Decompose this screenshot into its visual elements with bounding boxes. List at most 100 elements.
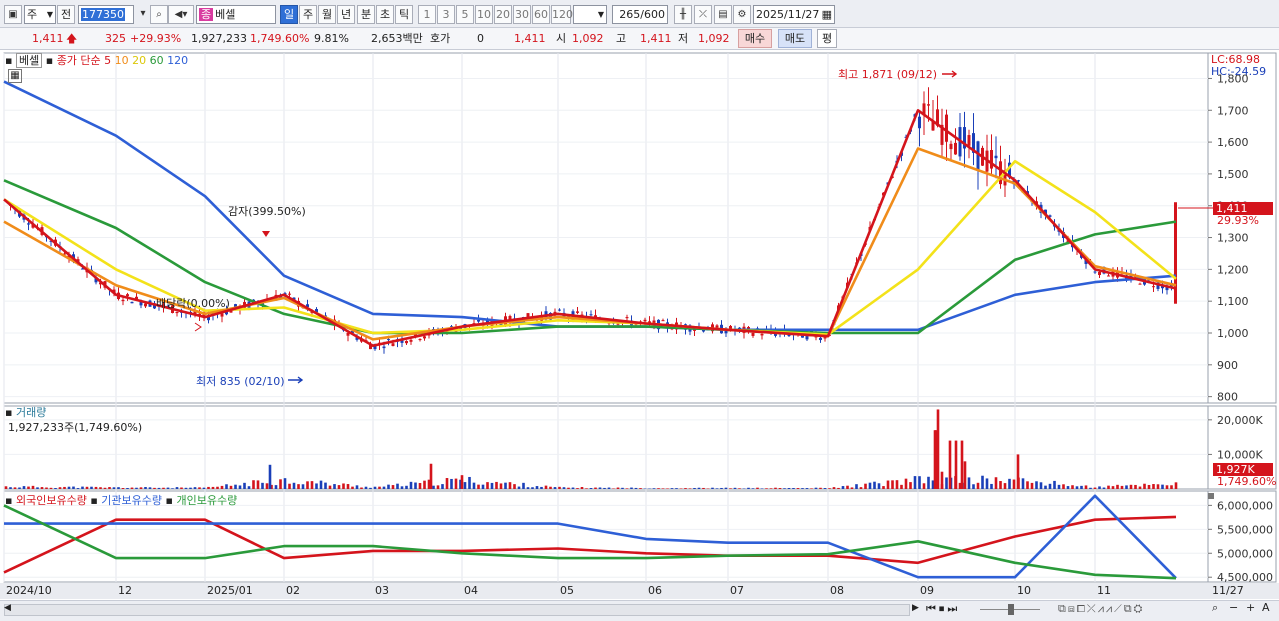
- legend-institution[interactable]: 기관보유수량: [101, 494, 162, 507]
- volume-bar: [1053, 480, 1056, 489]
- stock-name-field[interactable]: 종 베셀: [196, 5, 276, 24]
- volume-bar: [268, 464, 272, 489]
- zoom-slider[interactable]: [980, 602, 1040, 616]
- y-tick-label: 10,000K: [1217, 448, 1263, 461]
- legend-ma120[interactable]: 120: [167, 54, 188, 67]
- interval-60-button[interactable]: 60: [532, 5, 550, 24]
- interval-3-button[interactable]: 3: [437, 5, 455, 24]
- volume-bar: [76, 488, 80, 489]
- volume-bar: [778, 487, 782, 489]
- y-tick-label: 4,500,000: [1217, 571, 1273, 584]
- market-select[interactable]: 주 ▼: [24, 5, 56, 24]
- compare-icon[interactable]: ⤫: [694, 5, 712, 24]
- legend-individual[interactable]: 개인보유수량: [176, 494, 237, 507]
- minus-icon[interactable]: −: [1229, 601, 1238, 614]
- prev-button[interactable]: 전: [57, 5, 75, 24]
- legend-ma60[interactable]: 60: [150, 54, 164, 67]
- stock-code-input[interactable]: 177350: [78, 5, 134, 24]
- date-input[interactable]: 2025/11/27 ▦: [753, 5, 835, 24]
- count-input[interactable]: 265/600: [612, 5, 668, 24]
- volume-bar: [625, 488, 629, 489]
- trade-amount: 2,653백만: [371, 32, 423, 45]
- date-axis-label: 2025/01: [207, 584, 253, 597]
- volume-bar: [1075, 486, 1079, 489]
- zoom-out-icon[interactable]: ⌕: [1212, 601, 1218, 615]
- volume-bar: [711, 487, 714, 489]
- interval-10-button[interactable]: 10: [475, 5, 493, 24]
- font-size-icon[interactable]: A: [1262, 601, 1270, 614]
- volume-bar: [207, 486, 210, 489]
- period-month-button[interactable]: 월: [318, 5, 336, 24]
- volume-bar: [36, 487, 39, 489]
- interval-30-button[interactable]: 30: [513, 5, 531, 24]
- volume-bar: [364, 486, 368, 489]
- buy-button[interactable]: 매수: [738, 29, 772, 48]
- volume-bar: [675, 488, 678, 489]
- chart-legend: ▪ 베셀 ▪ 종가 단순 5 10 20 60 120: [5, 52, 188, 68]
- speaker-icon[interactable]: ◀▾: [168, 5, 194, 24]
- y-tick-label: 900: [1217, 359, 1238, 372]
- candle-icon[interactable]: ╫: [674, 5, 692, 24]
- volume-bar: [940, 471, 944, 489]
- volume-bar: [1084, 485, 1088, 489]
- legend-ma5[interactable]: 5: [104, 54, 111, 67]
- volume-bar: [288, 483, 291, 489]
- avg-button[interactable]: 평: [817, 29, 837, 48]
- candle-body: [819, 337, 822, 341]
- volume-bar: [234, 484, 237, 489]
- candle-body: [990, 150, 993, 169]
- interval-20-button[interactable]: 20: [494, 5, 512, 24]
- save-icon[interactable]: ▤: [714, 5, 732, 24]
- candle-body: [558, 309, 561, 311]
- period-day-button[interactable]: 일: [280, 5, 298, 24]
- volume-bar: [657, 488, 660, 489]
- search-icon[interactable]: ⌕: [150, 5, 168, 24]
- volume-bar: [306, 481, 309, 489]
- volume-bar: [499, 483, 503, 489]
- high-price: 1,411: [640, 32, 672, 45]
- volume-bar: [472, 482, 476, 489]
- layout-icon[interactable]: ▣: [4, 5, 22, 24]
- custom-interval-select[interactable]: ▼: [573, 5, 607, 24]
- legend-ma20[interactable]: 20: [132, 54, 146, 67]
- volume-bar: [337, 485, 341, 489]
- period-second-button[interactable]: 초: [376, 5, 394, 24]
- drawing-tools[interactable]: ⧉⧈⧠⤫⩘⩘⟋⧉⛭: [1058, 602, 1144, 616]
- low-label: 저: [678, 32, 689, 45]
- volume-bar: [333, 484, 336, 489]
- volume-bar: [558, 486, 561, 489]
- price-tag-percent: 29.93%: [1217, 214, 1259, 227]
- gear-icon[interactable]: ⚙: [733, 5, 751, 24]
- period-year-button[interactable]: 년: [337, 5, 355, 24]
- volume-bar: [355, 485, 359, 489]
- sell-button[interactable]: 매도: [778, 29, 812, 48]
- candle-body: [1138, 283, 1142, 285]
- horizontal-scrollbar[interactable]: [4, 604, 910, 616]
- volume-bar: [99, 487, 102, 489]
- nav-controls[interactable]: ⏮⏹⏭: [926, 602, 960, 616]
- high-annotation: 최고 1,871 (09/12): [838, 68, 938, 81]
- plus-icon[interactable]: +: [1246, 601, 1255, 614]
- toolbar: ▣ 주 ▼ 전 177350 ▾ ⌕ ◀▾ 종 베셀 일 주 월 년 분 초 틱 1…: [0, 0, 1279, 28]
- interval-5-button[interactable]: 5: [456, 5, 474, 24]
- y-tick-label: 6,000,000: [1217, 499, 1273, 512]
- volume-bar: [598, 487, 602, 489]
- volume-ratio: 1,749.60%: [250, 32, 310, 45]
- period-week-button[interactable]: 주: [299, 5, 317, 24]
- stock-chart[interactable]: 8009001,0001,1001,2001,3001,4001,5001,60…: [0, 50, 1279, 621]
- scroll-left-icon[interactable]: ◀: [4, 603, 11, 613]
- holdings-legend: ▪ 외국인보유수량 ▪ 기관보유수량 ▪ 개인보유수량: [5, 492, 237, 508]
- legend-ma10[interactable]: 10: [115, 54, 129, 67]
- interval-120-button[interactable]: 120: [551, 5, 573, 24]
- chevron-down-icon: ▼: [46, 10, 53, 19]
- interval-1-button[interactable]: 1: [418, 5, 436, 24]
- volume-bar: [1021, 478, 1025, 489]
- table-icon[interactable]: ▦: [8, 69, 22, 83]
- volume-bar: [562, 487, 566, 489]
- volume-bar: [144, 487, 147, 489]
- scroll-right-icon[interactable]: ▶: [912, 603, 919, 613]
- volume-bar: [1125, 485, 1128, 489]
- period-minute-button[interactable]: 분: [357, 5, 375, 24]
- period-tick-button[interactable]: 틱: [395, 5, 413, 24]
- legend-foreign[interactable]: 외국인보유수량: [16, 494, 87, 507]
